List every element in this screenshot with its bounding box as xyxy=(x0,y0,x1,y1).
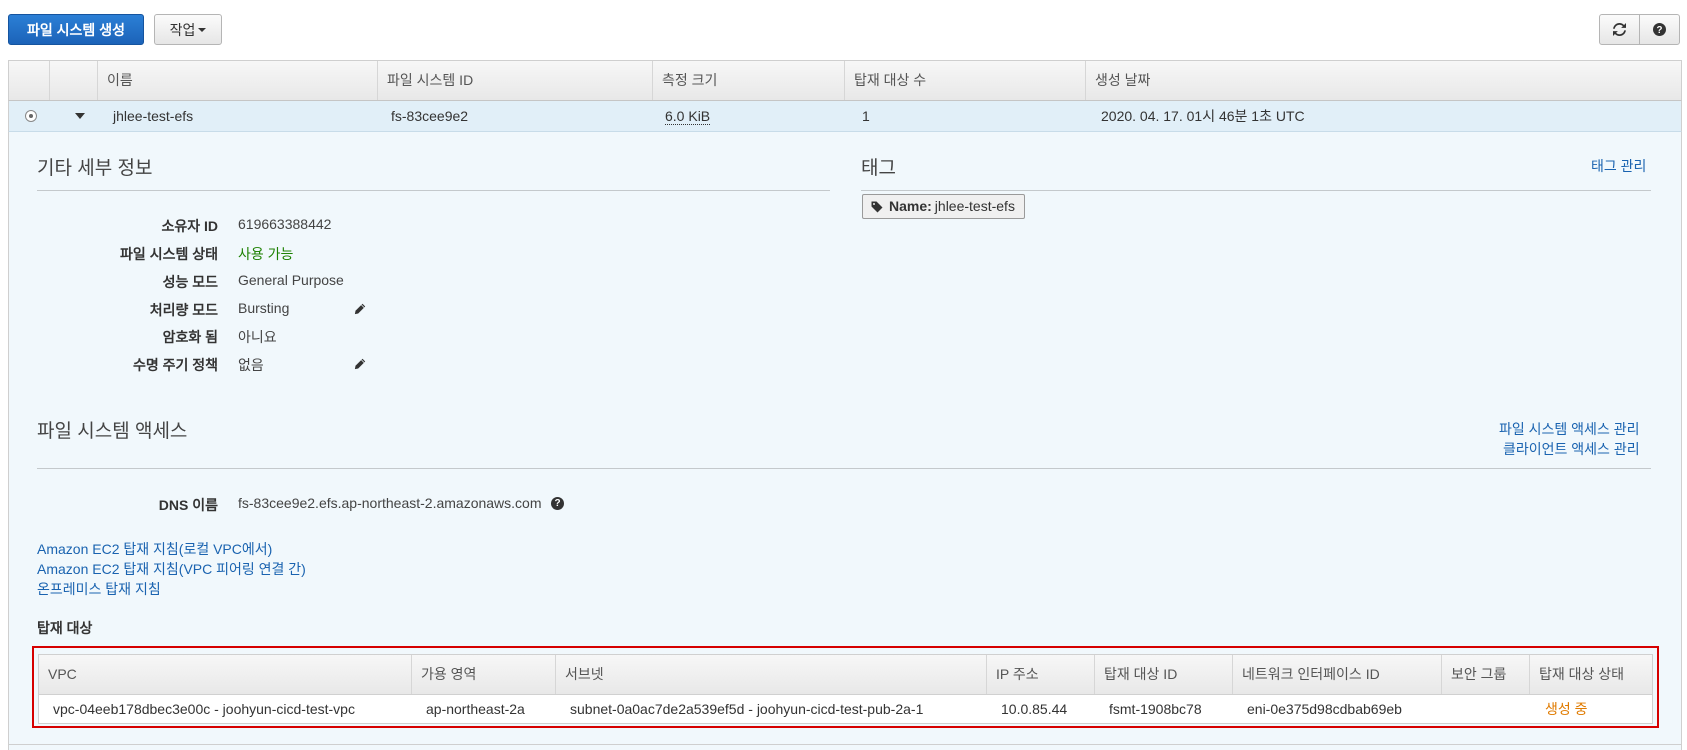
file-systems-table-header: 이름 파일 시스템 ID 측정 크기 탑재 대상 수 생성 날짜 xyxy=(8,60,1682,101)
table-row[interactable]: jhlee-test-efs fs-83cee9e2 6.0 KiB 1 202… xyxy=(8,101,1682,132)
manage-tags-link[interactable]: 태그 관리 xyxy=(1591,156,1646,176)
owner-id-value: 619663388442 xyxy=(238,216,332,232)
tag-value: jhlee-test-efs xyxy=(934,198,1015,214)
svg-text:?: ? xyxy=(1657,25,1663,36)
lifecycle-policy-value: 없음 xyxy=(238,357,264,373)
lifecycle-policy-label: 수명 주기 정책 xyxy=(132,357,218,373)
cell-fs-id: fs-83cee9e2 xyxy=(391,108,469,124)
actions-dropdown-button[interactable]: 작업 xyxy=(154,14,222,45)
dns-name-label: DNS 이름 xyxy=(158,497,218,513)
access-divider xyxy=(37,468,1651,469)
row-select-radio[interactable] xyxy=(25,110,37,122)
performance-mode-value: General Purpose xyxy=(238,272,344,288)
details-section-title: 기타 세부 정보 xyxy=(37,158,153,179)
performance-mode-label: 성능 모드 xyxy=(162,274,218,290)
manage-client-access-link[interactable]: 클라이언트 액세스 관리 xyxy=(1503,439,1640,459)
column-header-size[interactable]: 측정 크기 xyxy=(652,61,852,100)
dns-help-icon[interactable]: ? xyxy=(551,497,564,510)
refresh-button[interactable] xyxy=(1599,14,1640,45)
tags-section-title: 태그 xyxy=(861,158,896,179)
caret-down-icon xyxy=(198,27,207,32)
dns-name-value: fs-83cee9e2.efs.ap-northeast-2.amazonaws… xyxy=(238,495,542,511)
column-header-name[interactable]: 이름 xyxy=(97,61,386,100)
column-header-fs-id[interactable]: 파일 시스템 ID xyxy=(377,61,652,100)
owner-id-label: 소유자 ID xyxy=(161,218,218,234)
ec2-mount-local-vpc-link[interactable]: Amazon EC2 탑재 지침(로컬 VPC에서) xyxy=(37,539,272,559)
manage-fs-access-link[interactable]: 파일 시스템 액세스 관리 xyxy=(1499,419,1639,439)
cell-name: jhlee-test-efs xyxy=(113,108,194,124)
highlight-box xyxy=(32,646,1659,728)
question-icon: ? xyxy=(1653,23,1666,36)
ec2-mount-vpc-peering-link[interactable]: Amazon EC2 탑재 지침(VPC 피어링 연결 간) xyxy=(37,559,306,579)
fs-state-value: 사용 가능 xyxy=(238,246,294,262)
throughput-mode-value: Bursting xyxy=(238,300,290,316)
expand-triangle-icon[interactable] xyxy=(75,113,85,119)
mount-targets-title: 탑재 대상 xyxy=(37,620,93,636)
size-value[interactable]: 6.0 KiB xyxy=(665,108,711,125)
cell-created: 2020. 04. 17. 01시 46분 1초 UTC xyxy=(1101,108,1305,124)
tag-icon xyxy=(871,201,883,212)
throughput-mode-label: 처리량 모드 xyxy=(149,302,218,318)
column-header-created[interactable]: 생성 날짜 xyxy=(1085,61,1681,100)
encrypted-value: 아니요 xyxy=(238,329,277,345)
cell-mount-count: 1 xyxy=(862,108,870,124)
on-premises-mount-link[interactable]: 온프레미스 탑재 지침 xyxy=(37,579,161,599)
cell-size[interactable]: 6.0 KiB xyxy=(665,101,711,131)
actions-label: 작업 xyxy=(169,21,196,38)
edit-lifecycle-pencil-icon[interactable] xyxy=(354,358,366,370)
tag-key: Name: xyxy=(889,198,932,214)
tags-divider xyxy=(861,190,1651,191)
refresh-icon xyxy=(1613,23,1626,36)
encrypted-label: 암호화 됨 xyxy=(162,329,218,345)
fs-state-label: 파일 시스템 상태 xyxy=(120,246,218,262)
panel-bottom-border xyxy=(8,744,1682,745)
access-section-title: 파일 시스템 액세스 xyxy=(37,421,188,442)
details-divider xyxy=(37,190,830,191)
help-button[interactable]: ? xyxy=(1639,14,1680,45)
edit-throughput-pencil-icon[interactable] xyxy=(354,303,366,315)
tag-chip: Name: jhlee-test-efs xyxy=(862,194,1025,219)
create-file-system-button[interactable]: 파일 시스템 생성 xyxy=(8,14,144,45)
column-header-mount-count[interactable]: 탑재 대상 수 xyxy=(844,61,1095,100)
expand-column-header xyxy=(49,61,97,100)
